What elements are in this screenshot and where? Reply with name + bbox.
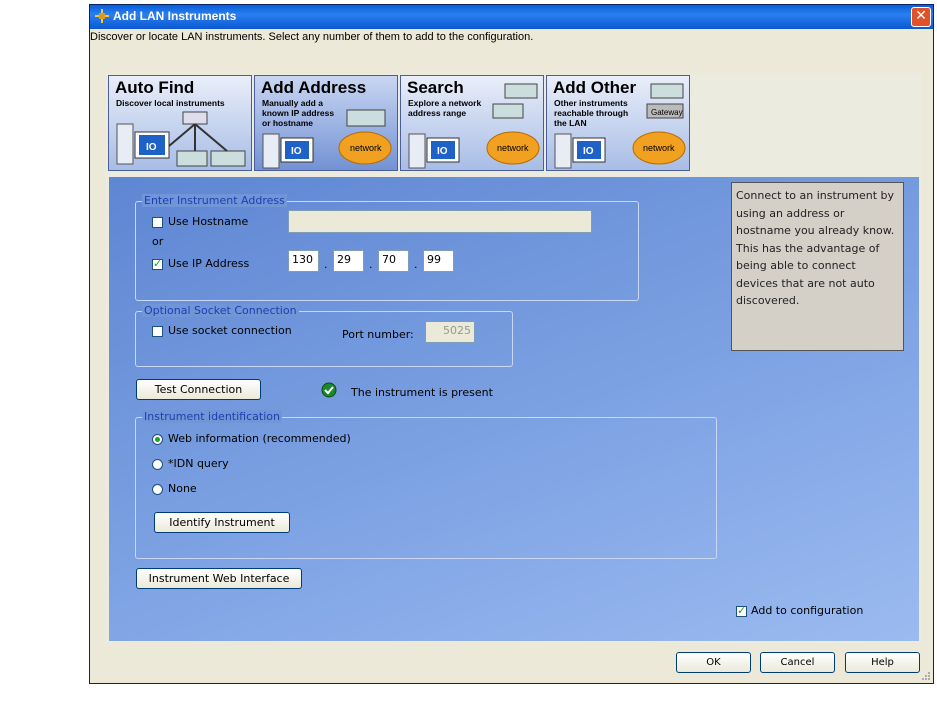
auto-find-illustration-icon: IO <box>116 111 246 167</box>
check-circle-icon <box>321 382 337 398</box>
add-address-illustration-icon: network IO <box>262 109 392 169</box>
socket-group: Optional Socket Connection Use socket co… <box>135 304 513 367</box>
identify-instrument-button[interactable]: Identify Instrument <box>154 512 290 533</box>
network-badge: network <box>643 143 675 153</box>
none-label: None <box>168 482 197 495</box>
idn-query-radio[interactable] <box>152 459 163 470</box>
use-ip-label: Use IP Address <box>168 257 250 270</box>
io-label: IO <box>437 146 448 157</box>
hostname-input[interactable] <box>288 210 592 233</box>
web-information-radio[interactable] <box>152 434 163 445</box>
port-number-label: Port number: <box>342 328 414 341</box>
ip-octet-1-input[interactable]: 130 <box>288 250 319 272</box>
use-ip-checkbox[interactable] <box>152 257 163 270</box>
use-hostname-label: Use Hostname <box>168 215 249 228</box>
add-other-illustration-icon: Gateway network IO <box>554 83 686 169</box>
connection-status: The instrument is present <box>351 386 493 399</box>
instrument-web-interface-button[interactable]: Instrument Web Interface <box>136 568 302 589</box>
close-button[interactable]: ✕ <box>911 7 931 27</box>
use-socket-checkbox[interactable] <box>152 326 163 337</box>
resize-grip-icon[interactable] <box>921 671 931 681</box>
tab-strip: Auto Find Discover local instruments IO <box>106 75 726 173</box>
title-bar[interactable]: Add LAN Instruments ✕ <box>90 5 933 29</box>
gateway-label: Gateway <box>651 108 683 117</box>
content-panel: Auto Find Discover local instruments IO <box>106 73 921 643</box>
ip-octet-4-input[interactable]: 99 <box>423 250 454 272</box>
add-to-configuration-label: Add to configuration <box>751 604 864 617</box>
identification-group-legend: Instrument identification <box>142 410 282 423</box>
network-badge: network <box>350 143 382 153</box>
lan-instrument-icon <box>95 9 109 23</box>
tab-add-address[interactable]: Add Address Manually add a known IP addr… <box>254 75 398 171</box>
io-label: IO <box>146 142 157 153</box>
tab-search[interactable]: Search Explore a network address range n… <box>400 75 544 171</box>
help-button[interactable]: Help <box>845 652 920 673</box>
close-icon: ✕ <box>915 8 927 24</box>
port-number-input[interactable]: 5025 <box>425 321 475 343</box>
add-to-configuration-checkbox[interactable] <box>736 604 747 617</box>
io-label: IO <box>583 146 594 157</box>
idn-query-label: *IDN query <box>168 457 229 470</box>
ip-dot: . <box>324 258 328 271</box>
dialog-window: Add LAN Instruments ✕ Discover or locate… <box>89 4 934 684</box>
or-label: or <box>152 235 164 248</box>
socket-group-legend: Optional Socket Connection <box>142 304 299 317</box>
ip-dot: . <box>414 258 418 271</box>
search-illustration-icon: network IO <box>408 83 540 169</box>
info-panel: Connect to an instrument by using an add… <box>731 182 904 351</box>
dialog-description: Discover or locate LAN instruments. Sele… <box>90 31 534 43</box>
cancel-button[interactable]: Cancel <box>760 652 835 673</box>
network-badge: network <box>497 143 529 153</box>
io-label: IO <box>291 146 302 157</box>
tab-auto-find[interactable]: Auto Find Discover local instruments IO <box>108 75 252 171</box>
test-connection-button[interactable]: Test Connection <box>136 379 261 400</box>
ip-octet-2-input[interactable]: 29 <box>333 250 364 272</box>
none-radio[interactable] <box>152 484 163 495</box>
window-title: Add LAN Instruments <box>113 9 237 23</box>
address-group-legend: Enter Instrument Address <box>142 194 287 207</box>
address-group: Enter Instrument Address Use Hostname or… <box>135 194 639 301</box>
tab-add-other[interactable]: Add Other Other instruments reachable th… <box>546 75 690 171</box>
use-socket-label: Use socket connection <box>168 324 292 337</box>
add-address-page: Enter Instrument Address Use Hostname or… <box>109 177 919 641</box>
ok-button[interactable]: OK <box>676 652 751 673</box>
use-hostname-checkbox[interactable] <box>152 217 163 228</box>
ip-dot: . <box>369 258 373 271</box>
identification-group: Instrument identification Web informatio… <box>135 410 717 559</box>
ip-octet-3-input[interactable]: 70 <box>378 250 409 272</box>
web-information-label: Web information (recommended) <box>168 432 351 445</box>
